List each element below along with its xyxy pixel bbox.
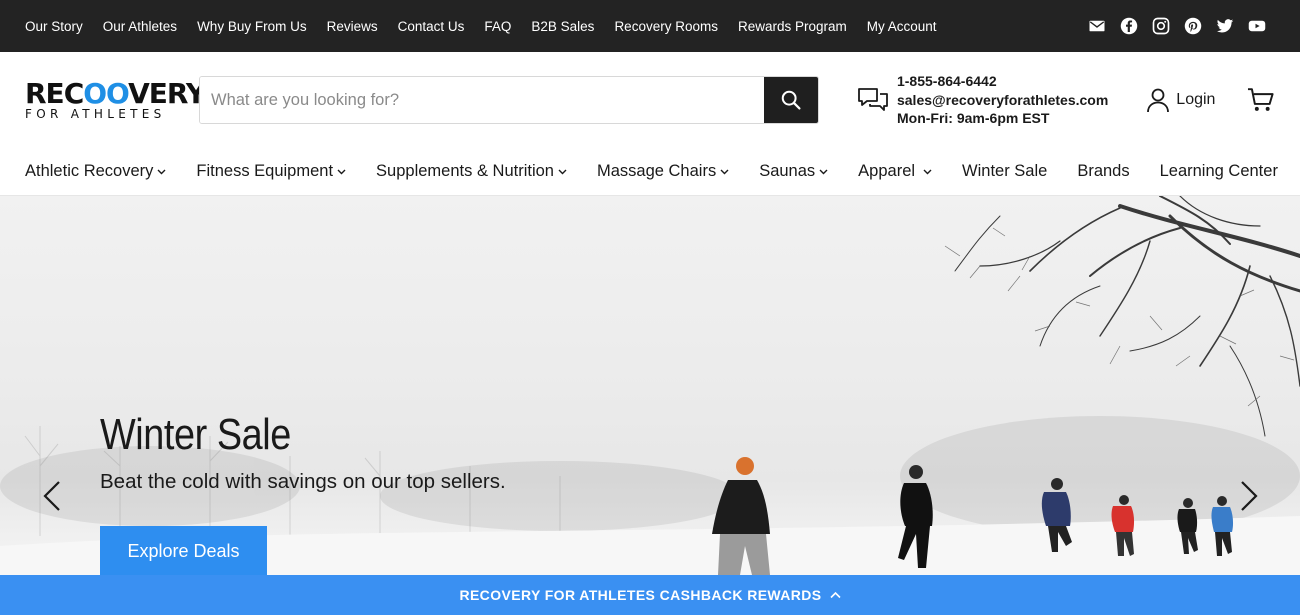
top-link-contact-us[interactable]: Contact Us xyxy=(398,19,465,34)
contact-lines: 1-855-864-6442 sales@recoveryforathletes… xyxy=(897,72,1108,128)
top-link-my-account[interactable]: My Account xyxy=(867,19,937,34)
logo-part: VERY xyxy=(128,76,206,110)
chevron-down-icon xyxy=(720,169,729,174)
youtube-icon[interactable] xyxy=(1248,17,1266,35)
hero-image xyxy=(0,196,1300,575)
top-link-faq[interactable]: FAQ xyxy=(484,19,511,34)
social-icons xyxy=(1088,17,1275,35)
nav-label: Fitness Equipment xyxy=(196,162,334,180)
top-link-our-story[interactable]: Our Story xyxy=(25,19,83,34)
site-header: RECOOVERY FOR ATHLETES 1-855-864-6442 sa… xyxy=(0,52,1300,148)
twitter-icon[interactable] xyxy=(1216,17,1234,35)
search-icon xyxy=(781,90,801,110)
hero-subtitle: Beat the cold with savings on our top se… xyxy=(100,470,506,493)
facebook-icon[interactable] xyxy=(1120,17,1138,35)
nav-athletic-recovery[interactable]: Athletic Recovery xyxy=(25,162,166,181)
search-input[interactable] xyxy=(200,77,764,123)
instagram-icon[interactable] xyxy=(1152,17,1170,35)
nav-apparel[interactable]: Apparel xyxy=(858,162,932,181)
chevron-right-icon[interactable] xyxy=(1239,480,1259,512)
top-link-b2b-sales[interactable]: B2B Sales xyxy=(531,19,594,34)
user-icon xyxy=(1147,88,1170,113)
top-link-recovery-rooms[interactable]: Recovery Rooms xyxy=(614,19,718,34)
nav-supplements-nutrition[interactable]: Supplements & Nutrition xyxy=(376,162,567,181)
cart-icon[interactable] xyxy=(1247,86,1275,114)
nav-fitness-equipment[interactable]: Fitness Equipment xyxy=(196,162,346,181)
search-button[interactable] xyxy=(763,77,818,123)
nav-label: Supplements & Nutrition xyxy=(376,162,554,180)
contact-info: 1-855-864-6442 sales@recoveryforathletes… xyxy=(857,72,1108,128)
logo-part: REC xyxy=(25,76,84,110)
nav-brands[interactable]: Brands xyxy=(1077,162,1129,181)
nav-label: Winter Sale xyxy=(962,162,1048,180)
chevron-up-icon xyxy=(829,591,841,599)
nav-label: Learning Center xyxy=(1159,162,1278,180)
hero-banner: Winter Sale Beat the cold with savings o… xyxy=(0,196,1300,575)
logo-wordmark: RECOOVERY xyxy=(25,76,206,110)
email-icon[interactable] xyxy=(1088,17,1106,35)
chevron-down-icon xyxy=(819,169,828,174)
nav-label: Massage Chairs xyxy=(596,162,717,180)
chevron-left-icon[interactable] xyxy=(42,480,62,512)
nav-saunas[interactable]: Saunas xyxy=(759,162,828,181)
top-link-reviews[interactable]: Reviews xyxy=(327,19,378,34)
business-hours: Mon-Fri: 9am-6pm EST xyxy=(896,110,1050,127)
logo-tagline: FOR ATHLETES xyxy=(25,106,166,121)
site-logo[interactable]: RECOOVERY FOR ATHLETES xyxy=(25,76,206,121)
phone-number[interactable]: 1-855-864-6442 xyxy=(897,72,1108,91)
hero-title: Winter Sale xyxy=(100,410,291,459)
top-bar: Our Story Our Athletes Why Buy From Us R… xyxy=(0,0,1300,52)
nav-label: Brands xyxy=(1077,162,1130,180)
login-link[interactable]: Login xyxy=(1146,87,1215,113)
logo-part-accent: OO xyxy=(83,76,129,110)
nav-label: Saunas xyxy=(759,162,816,180)
chevron-down-icon xyxy=(337,169,346,174)
search-bar xyxy=(199,76,819,124)
nav-winter-sale[interactable]: Winter Sale xyxy=(962,162,1047,181)
top-links: Our Story Our Athletes Why Buy From Us R… xyxy=(25,19,957,34)
chevron-down-icon xyxy=(157,169,166,174)
pinterest-icon[interactable] xyxy=(1184,17,1202,35)
top-link-rewards-program[interactable]: Rewards Program xyxy=(738,19,847,34)
login-label: Login xyxy=(1176,91,1216,108)
email-address[interactable]: sales@recoveryforathletes.com xyxy=(897,91,1108,110)
main-nav: Athletic Recovery Fitness Equipment Supp… xyxy=(0,148,1300,196)
explore-deals-button[interactable]: Explore Deals xyxy=(100,526,267,575)
top-link-why-buy[interactable]: Why Buy From Us xyxy=(197,19,307,34)
chevron-down-icon xyxy=(558,169,567,174)
chevron-down-icon xyxy=(923,169,932,174)
cashback-rewards-bar[interactable]: RECOVERY FOR ATHLETES CASHBACK REWARDS xyxy=(0,575,1300,615)
nav-learning-center[interactable]: Learning Center xyxy=(1160,162,1278,181)
nav-label: Athletic Recovery xyxy=(25,162,154,180)
top-link-our-athletes[interactable]: Our Athletes xyxy=(103,19,177,34)
nav-label: Apparel xyxy=(858,162,916,180)
chat-icon xyxy=(858,88,888,111)
rewards-label: RECOVERY FOR ATHLETES CASHBACK REWARDS xyxy=(459,587,822,603)
nav-massage-chairs[interactable]: Massage Chairs xyxy=(597,162,729,181)
